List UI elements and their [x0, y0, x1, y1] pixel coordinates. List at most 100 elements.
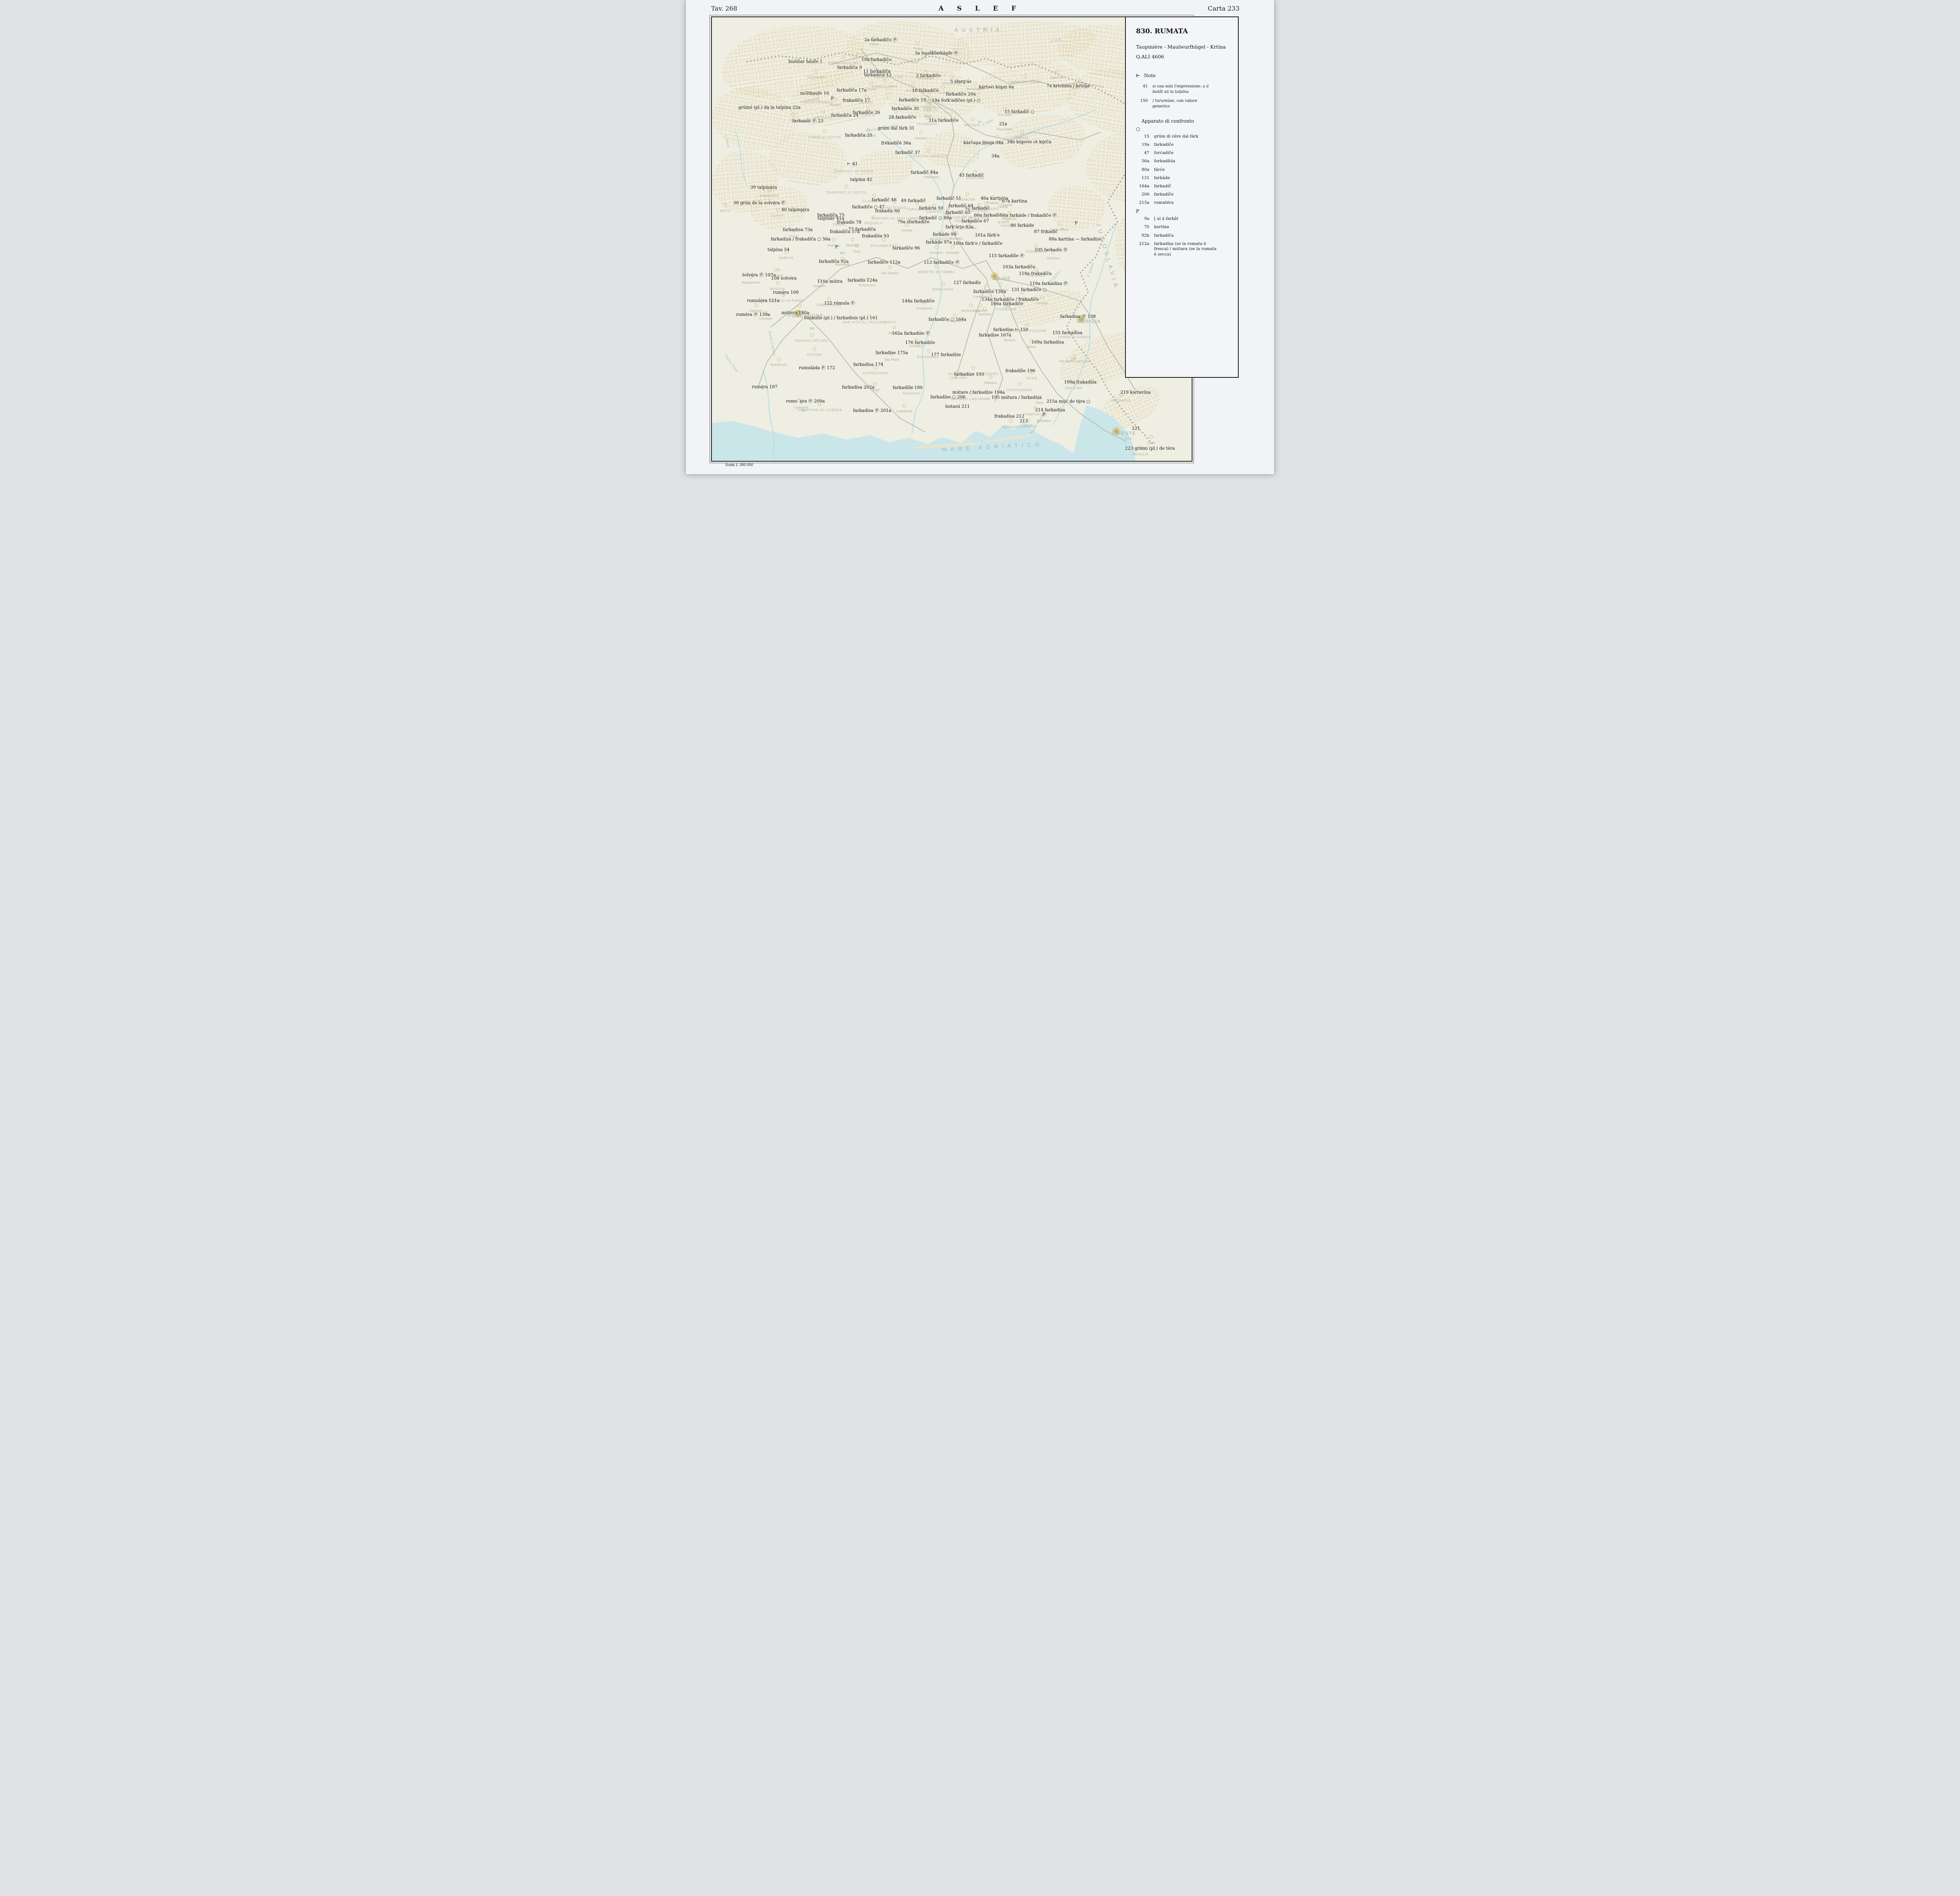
settlement-marker — [776, 208, 780, 212]
map-label: 119a farkadíza Ⓟ — [1029, 281, 1068, 286]
map-label: 19a fork'adíčes (pl.) ○ — [931, 98, 981, 103]
settlement-marker — [978, 303, 982, 307]
settlement-marker — [841, 55, 845, 59]
place-name: Ceresetto — [945, 251, 959, 255]
settlement-marker — [823, 129, 827, 133]
settlement-marker — [810, 333, 814, 337]
map-label: 79a śfarkadíče — [897, 219, 930, 225]
place-name: MÚGGIA — [1133, 452, 1149, 457]
map-label: 21a — [999, 121, 1007, 127]
map-label: farkadíče 30 — [891, 106, 919, 111]
settlement-marker — [1020, 130, 1024, 134]
map-label: 77 farkadíča — [848, 227, 876, 232]
settlement-marker — [1040, 295, 1044, 299]
settlement-marker — [754, 303, 758, 307]
settlement-marker — [882, 238, 886, 242]
map-label: farkadíč 48 — [871, 197, 897, 203]
settlement-marker — [844, 185, 848, 189]
apparato-item: 164a farkadíč — [1139, 183, 1171, 189]
settlement-marker — [926, 349, 930, 353]
map-label: 115 farkadíše Ⓟ — [989, 253, 1024, 258]
place-name: SAN VITO AL TAGLIAMENTO — [842, 320, 896, 324]
map-label: 195 mútura / farkadíṣa — [991, 395, 1042, 400]
place-name: Zompicchia — [916, 306, 933, 310]
map-label: 219 kərtavína — [1120, 390, 1151, 395]
map-label: 49 farkadíč — [901, 198, 926, 203]
map-label: rumuláda Ⓟ 172 — [799, 365, 835, 371]
apparato-item: 19a farkadíče — [1142, 142, 1174, 147]
map-label: butasú 211 — [945, 404, 970, 409]
map-label: farkadíše 189 — [893, 385, 923, 390]
international-border — [746, 52, 1155, 447]
map-label: 38 grún̦ de la solvę́ra Ⓟ — [733, 200, 786, 206]
apparato-item: 70 kartína — [1144, 225, 1169, 230]
map-label: farkanât Ⓟ 23 — [792, 118, 824, 123]
map-label: farkadíč 37 — [895, 150, 920, 155]
map-label: kárčau̯a ʃę́mi̯a 34a — [963, 140, 1004, 145]
map-label: mútera 140a — [781, 310, 809, 315]
map-label: 100a fárk'e / farkadíče — [953, 241, 1003, 246]
place-name: Versa — [1027, 345, 1036, 349]
map-label: farkadíse ⊢ 150 — [993, 327, 1029, 332]
map-label: farkáde 97a — [926, 239, 952, 245]
map-label: 146a farkadíče — [991, 301, 1024, 306]
map-label: ⊢ 41 — [847, 161, 858, 167]
place-name: Sedrano — [813, 284, 826, 288]
map-label: talpína 54 — [768, 247, 790, 252]
place-name: Aonedis — [901, 228, 913, 232]
settlement-marker — [916, 41, 920, 45]
map-label: farkadíč 44a — [911, 170, 938, 175]
map-label: frakadíše 196 — [1005, 368, 1036, 373]
map-label: 34b kúpove ot kę́rča — [1007, 139, 1051, 145]
apparato-item: 47 forćadíče — [1144, 150, 1174, 156]
place-name: FORNI AVOLTRI — [828, 61, 858, 65]
map-label: farkadíča 17a — [836, 87, 867, 93]
settlement-marker — [1055, 70, 1059, 74]
map-label: P — [835, 244, 838, 250]
map-label: śolvę́ra Ⓟ 107a — [742, 272, 776, 277]
settlement-marker — [1025, 323, 1029, 327]
map-label: 221 — [1132, 426, 1140, 431]
settlement-marker — [1057, 222, 1061, 226]
map-label: bíəlišar háufe 1 — [788, 59, 823, 64]
settlement-marker — [927, 93, 931, 97]
map-label: P — [1042, 411, 1045, 417]
map-label: 10a farkadíčo — [861, 57, 892, 62]
place-name: FARRA D'ISONZO — [1058, 335, 1091, 339]
settlement-marker — [941, 85, 945, 89]
map-label: 45 farkadíč — [959, 172, 984, 178]
map-label: frakadíṣa 212 — [994, 413, 1025, 419]
settlement-marker — [892, 325, 896, 329]
map-label: farkadísa Ⓟ 201a — [853, 408, 891, 413]
map-label: farkadíse 167a — [978, 332, 1011, 337]
terrain-patch — [950, 17, 1097, 71]
map-label: frakadíče 17 — [842, 98, 870, 103]
map-subtitle: Taupinière - Maulwurfhügel - Krtina — [1136, 44, 1226, 50]
map-label: grúm dal fárk 31 — [878, 125, 915, 131]
settlement-marker — [776, 281, 780, 285]
settlement-marker — [927, 149, 931, 152]
map-label: 131 farkadíče ○ — [1011, 287, 1047, 292]
place-name: 91 — [777, 268, 780, 272]
map-label: 18 falkadíčë — [912, 88, 939, 93]
settlement-marker — [883, 79, 887, 83]
map-label: mútare / farkadíze 194a — [952, 390, 1005, 395]
map-label: 118a frakadíča — [1019, 271, 1052, 276]
map-label: farkadíč 51 — [936, 196, 962, 201]
settlement-marker — [971, 117, 975, 121]
map-label: farkáde 99 — [933, 232, 956, 237]
place-name: CIMOLAIS — [760, 194, 779, 198]
place-name: TRAMONTI DI SOTTO — [826, 190, 867, 195]
place-name: CERVIGNANO — [1006, 388, 1033, 392]
settlement-marker — [935, 245, 938, 249]
place-name: BASILIANO — [933, 287, 954, 291]
map-label: 162a farkadíśe Ⓟ — [892, 330, 930, 336]
place-name: Collina — [869, 42, 879, 46]
settlement-marker — [1078, 80, 1082, 83]
map-label: rumę́ra 187 — [751, 384, 778, 390]
settlement-marker — [998, 282, 1002, 286]
map-label: farkadíze 193 — [954, 372, 984, 377]
map-label: rumoˆę́ra Ⓟ 209a — [786, 399, 825, 404]
place-name: Zàule — [1147, 441, 1156, 445]
map-label: farkadísa 73a — [783, 227, 813, 232]
